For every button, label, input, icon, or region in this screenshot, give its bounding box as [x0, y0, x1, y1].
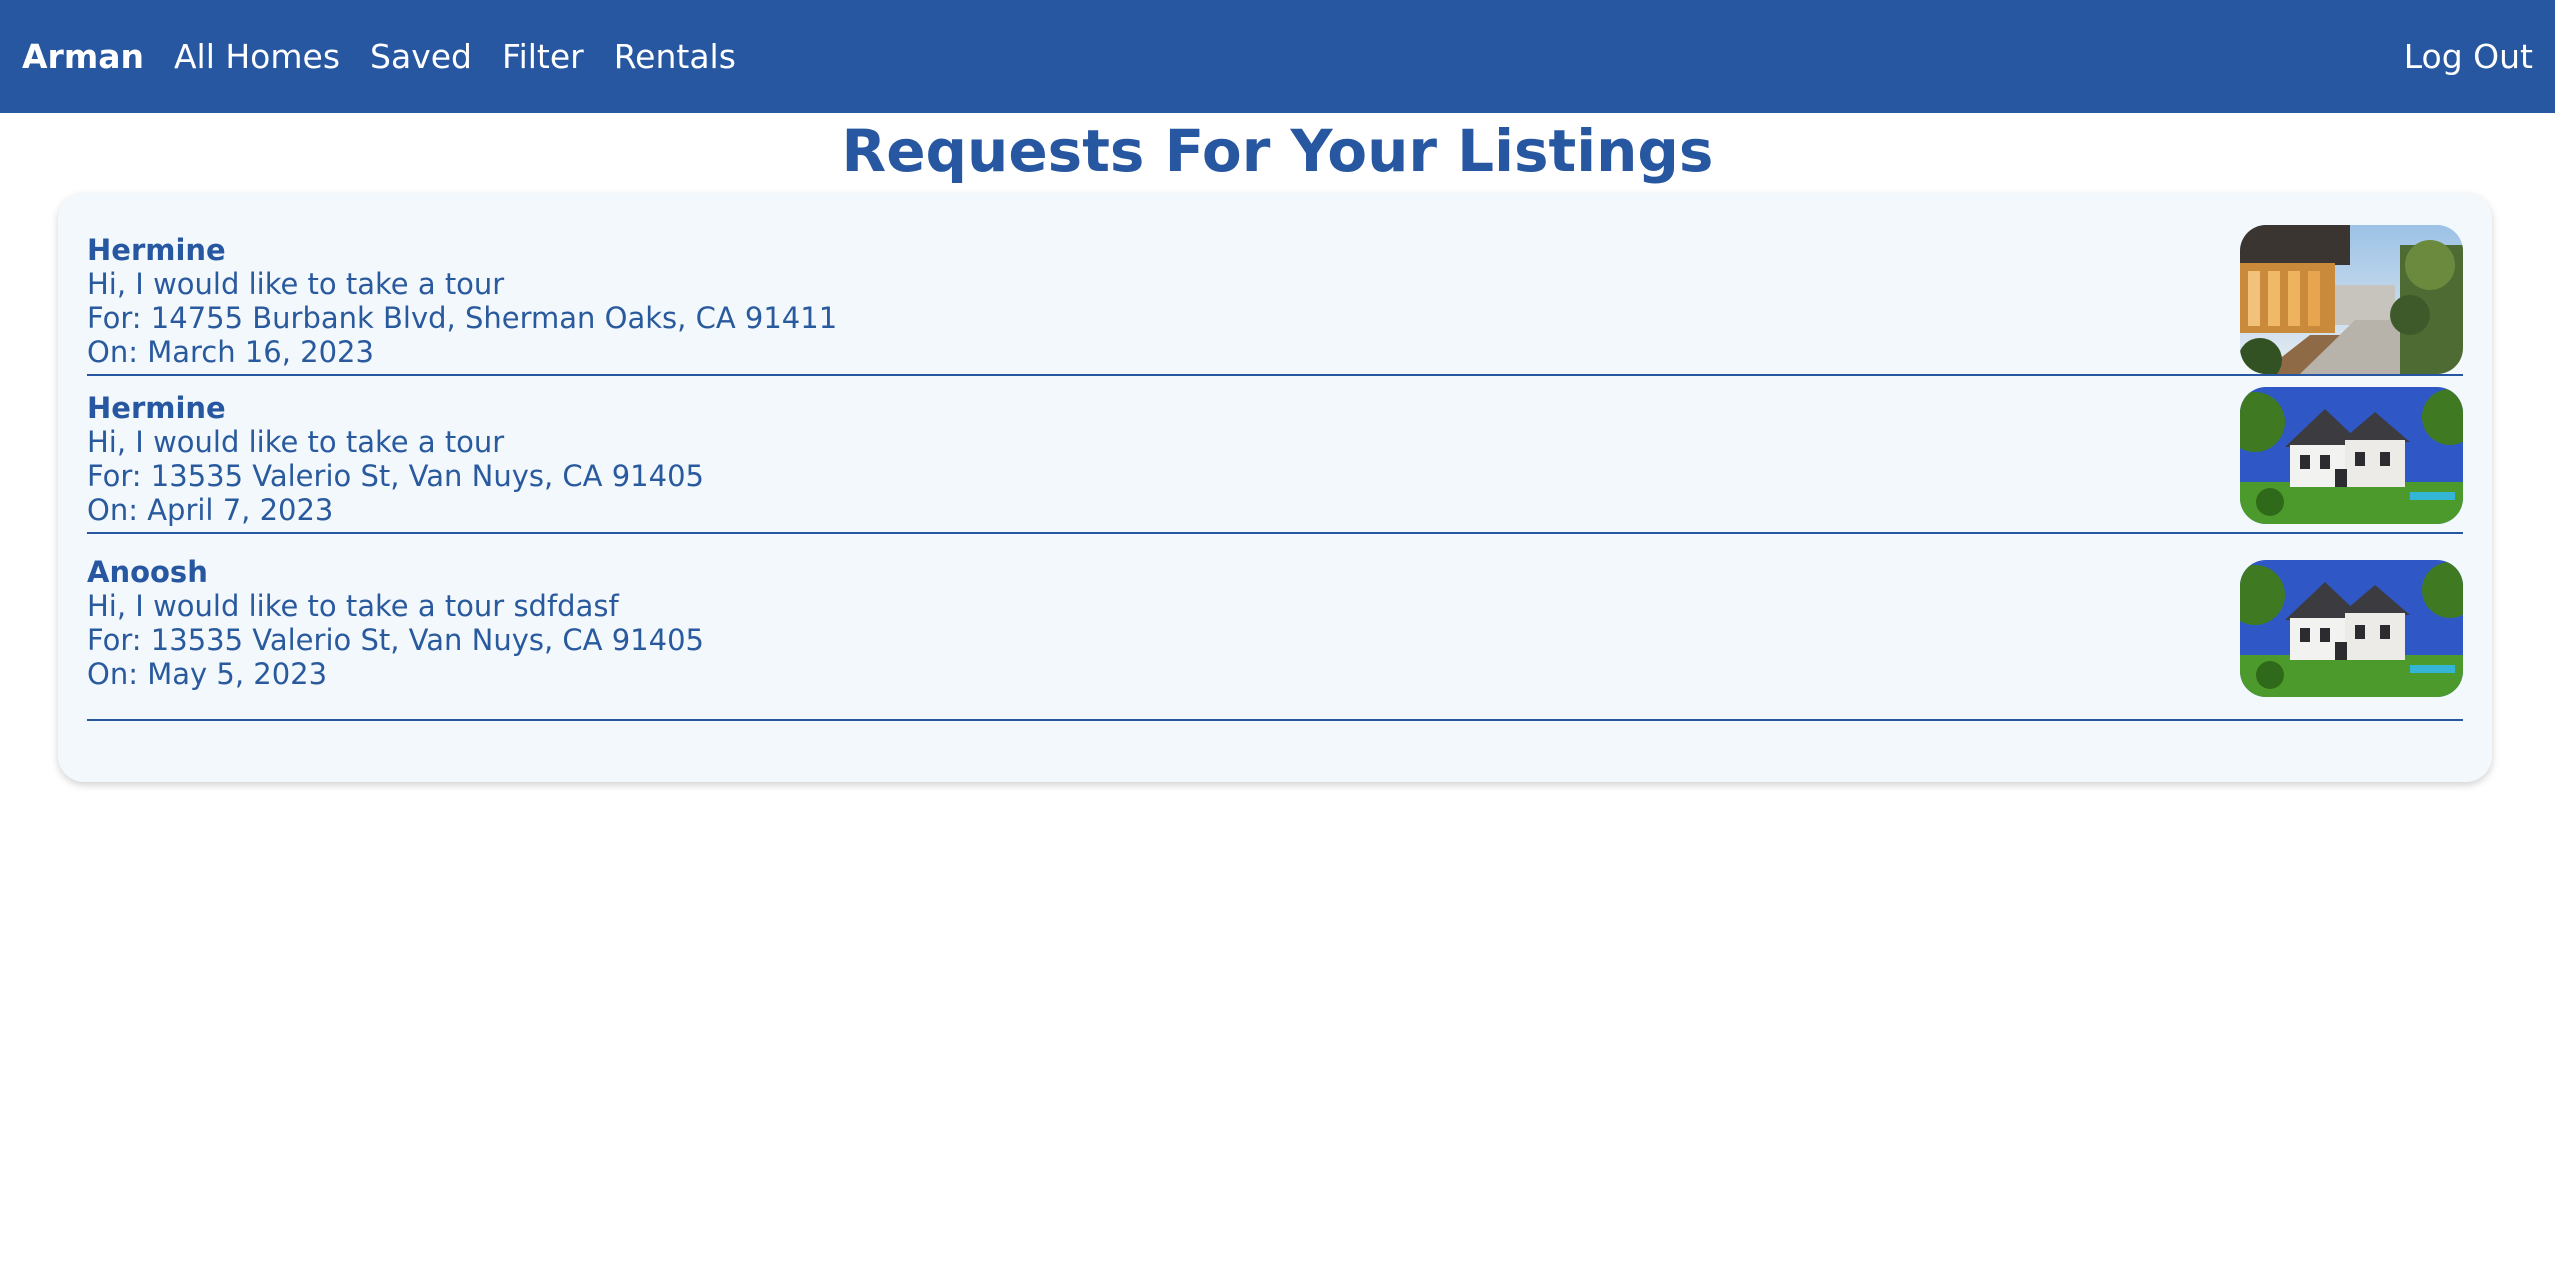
- request-message: Hi, I would like to take a tour: [87, 425, 505, 459]
- request-address: For: 14755 Burbank Blvd, Sherman Oaks, C…: [87, 301, 838, 335]
- nav-link-rentals[interactable]: Rentals: [614, 37, 736, 76]
- request-date: On: April 7, 2023: [87, 493, 334, 527]
- request-item[interactable]: Hermine Hi, I would like to take a tour …: [87, 379, 2463, 534]
- request-address: For: 13535 Valerio St, Van Nuys, CA 9140…: [87, 459, 704, 493]
- modern-house-patio-image: [2240, 225, 2463, 374]
- nav-link-saved[interactable]: Saved: [370, 37, 472, 76]
- requester-name: Anoosh: [87, 555, 208, 589]
- top-navbar: Arman All Homes Saved Filter Rentals Log…: [0, 0, 2555, 113]
- white-farmhouse-image: [2240, 387, 2463, 524]
- requests-card: Hermine Hi, I would like to take a tour …: [58, 193, 2492, 782]
- requester-name: Hermine: [87, 233, 226, 267]
- nav-link-all-homes[interactable]: All Homes: [174, 37, 340, 76]
- page-title: Requests For Your Listings: [841, 117, 1714, 185]
- request-date: On: May 5, 2023: [87, 657, 328, 691]
- request-date: On: March 16, 2023: [87, 335, 374, 369]
- request-message: Hi, I would like to take a tour sdfdasf: [87, 589, 619, 623]
- listing-thumbnail[interactable]: [2240, 387, 2463, 524]
- nav-link-filter[interactable]: Filter: [502, 37, 584, 76]
- requester-name: Hermine: [87, 391, 226, 425]
- request-message: Hi, I would like to take a tour: [87, 267, 505, 301]
- request-item[interactable]: Anoosh Hi, I would like to take a tour s…: [87, 532, 2463, 721]
- request-item[interactable]: Hermine Hi, I would like to take a tour …: [87, 221, 2463, 376]
- logout-link[interactable]: Log Out: [2404, 37, 2533, 76]
- listing-thumbnail[interactable]: [2240, 225, 2463, 374]
- request-address: For: 13535 Valerio St, Van Nuys, CA 9140…: [87, 623, 704, 657]
- listing-thumbnail[interactable]: [2240, 560, 2463, 697]
- white-farmhouse-image: [2240, 560, 2463, 697]
- nav-brand-user[interactable]: Arman: [22, 37, 144, 76]
